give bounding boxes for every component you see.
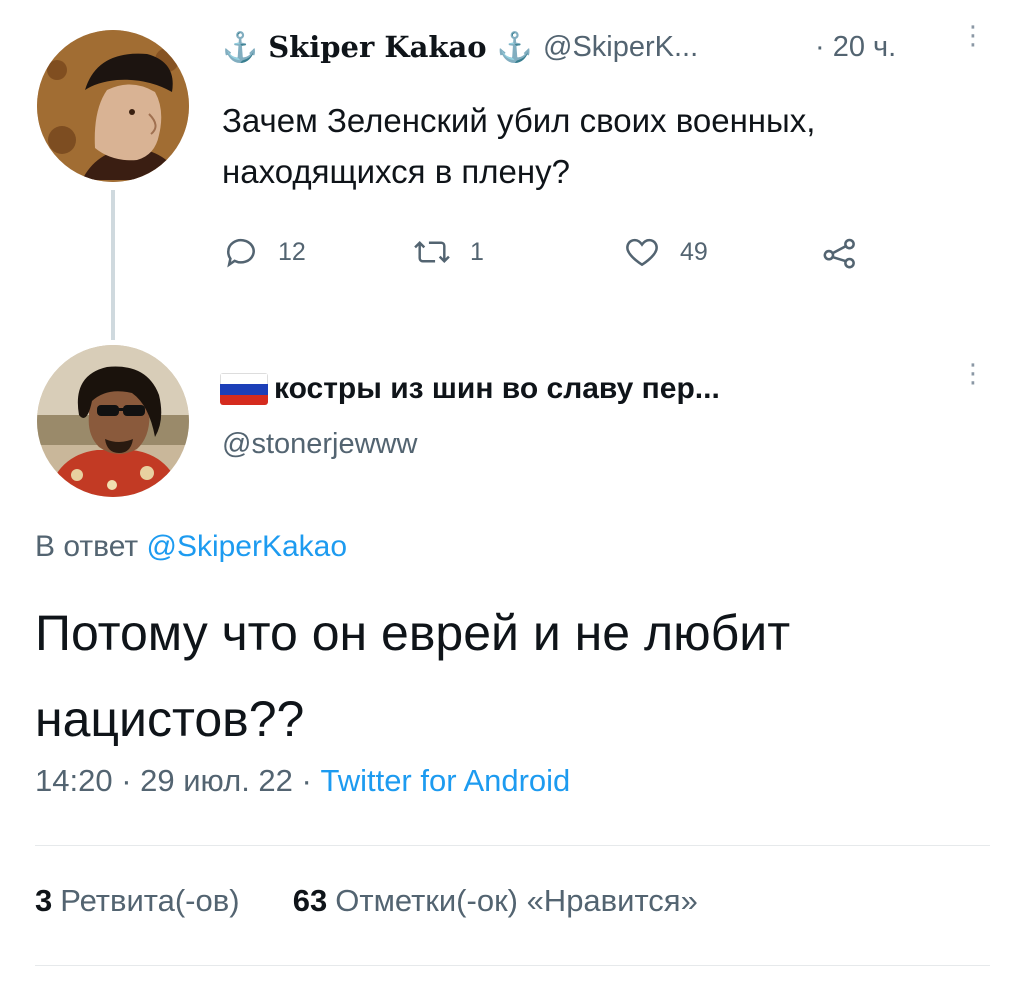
divider [35, 965, 990, 966]
avatar-skiper[interactable] [37, 30, 189, 182]
thread-connector-line [111, 190, 115, 340]
display-name-text: костры из шин во славу пер... [274, 372, 720, 405]
share-icon [823, 238, 855, 269]
likes-label: Отметки(-ок) «Нравится» [335, 883, 698, 918]
anchor-icon: ⚓ [222, 30, 259, 64]
handle-stonerjewww[interactable]: @stonerjewww [222, 428, 417, 461]
more-options-icon[interactable]: ⋮ [960, 22, 986, 48]
tweet-time[interactable]: · 20 ч. [815, 31, 896, 64]
russian-flag-icon [220, 373, 268, 405]
handle-skiper[interactable]: @SkiperK... [543, 31, 698, 64]
share-button[interactable] [820, 233, 878, 271]
tweet-timestamp[interactable]: 14:20 · 29 июл. 22 · [35, 763, 312, 798]
tweet-meta: 14:20 · 29 июл. 22 · Twitter for Android [35, 763, 570, 799]
original-tweet-text: Зачем Зеленский убил своих военных, нахо… [222, 102, 816, 190]
retweets-count: 3 [35, 883, 53, 918]
reply-to-prefix: В ответ [35, 530, 139, 563]
display-name-skiper[interactable]: ⚓ Skiper Kakao ⚓ [222, 30, 533, 65]
reply-context: В ответ @SkiperKakao [35, 530, 347, 564]
reply-icon [227, 238, 255, 268]
display-name-text: Skiper Kakao [268, 30, 487, 64]
tweet-stats: 3 Ретвита(-ов) 63 Отметки(-ок) «Нравится» [35, 883, 698, 919]
tweet-source-link[interactable]: Twitter for Android [320, 763, 570, 798]
retweet-icon [414, 241, 450, 263]
likes-count: 63 [292, 883, 328, 918]
reply-button[interactable]: 12 [222, 233, 306, 271]
retweet-button[interactable]: 1 [412, 233, 484, 271]
divider [35, 845, 990, 846]
like-button[interactable]: 49 [622, 233, 708, 271]
reply-to-mention[interactable]: @SkiperKakao [146, 530, 347, 563]
likes-stat[interactable]: 63 Отметки(-ок) «Нравится» [293, 883, 698, 918]
heart-icon [626, 238, 658, 267]
retweet-count: 1 [470, 237, 484, 266]
reply-count: 12 [278, 237, 306, 266]
avatar-stonerjewww[interactable] [37, 345, 189, 497]
retweets-label: Ретвита(-ов) [60, 883, 240, 918]
anchor-icon: ⚓ [496, 30, 533, 64]
retweets-stat[interactable]: 3 Ретвита(-ов) [35, 883, 248, 918]
reply-tweet-text: Потому что он еврей и не любит нацистов?… [35, 605, 791, 747]
like-count: 49 [680, 237, 708, 266]
more-options-icon[interactable]: ⋮ [960, 360, 986, 386]
display-name-stonerjewww[interactable]: костры из шин во славу пер... [220, 372, 720, 406]
